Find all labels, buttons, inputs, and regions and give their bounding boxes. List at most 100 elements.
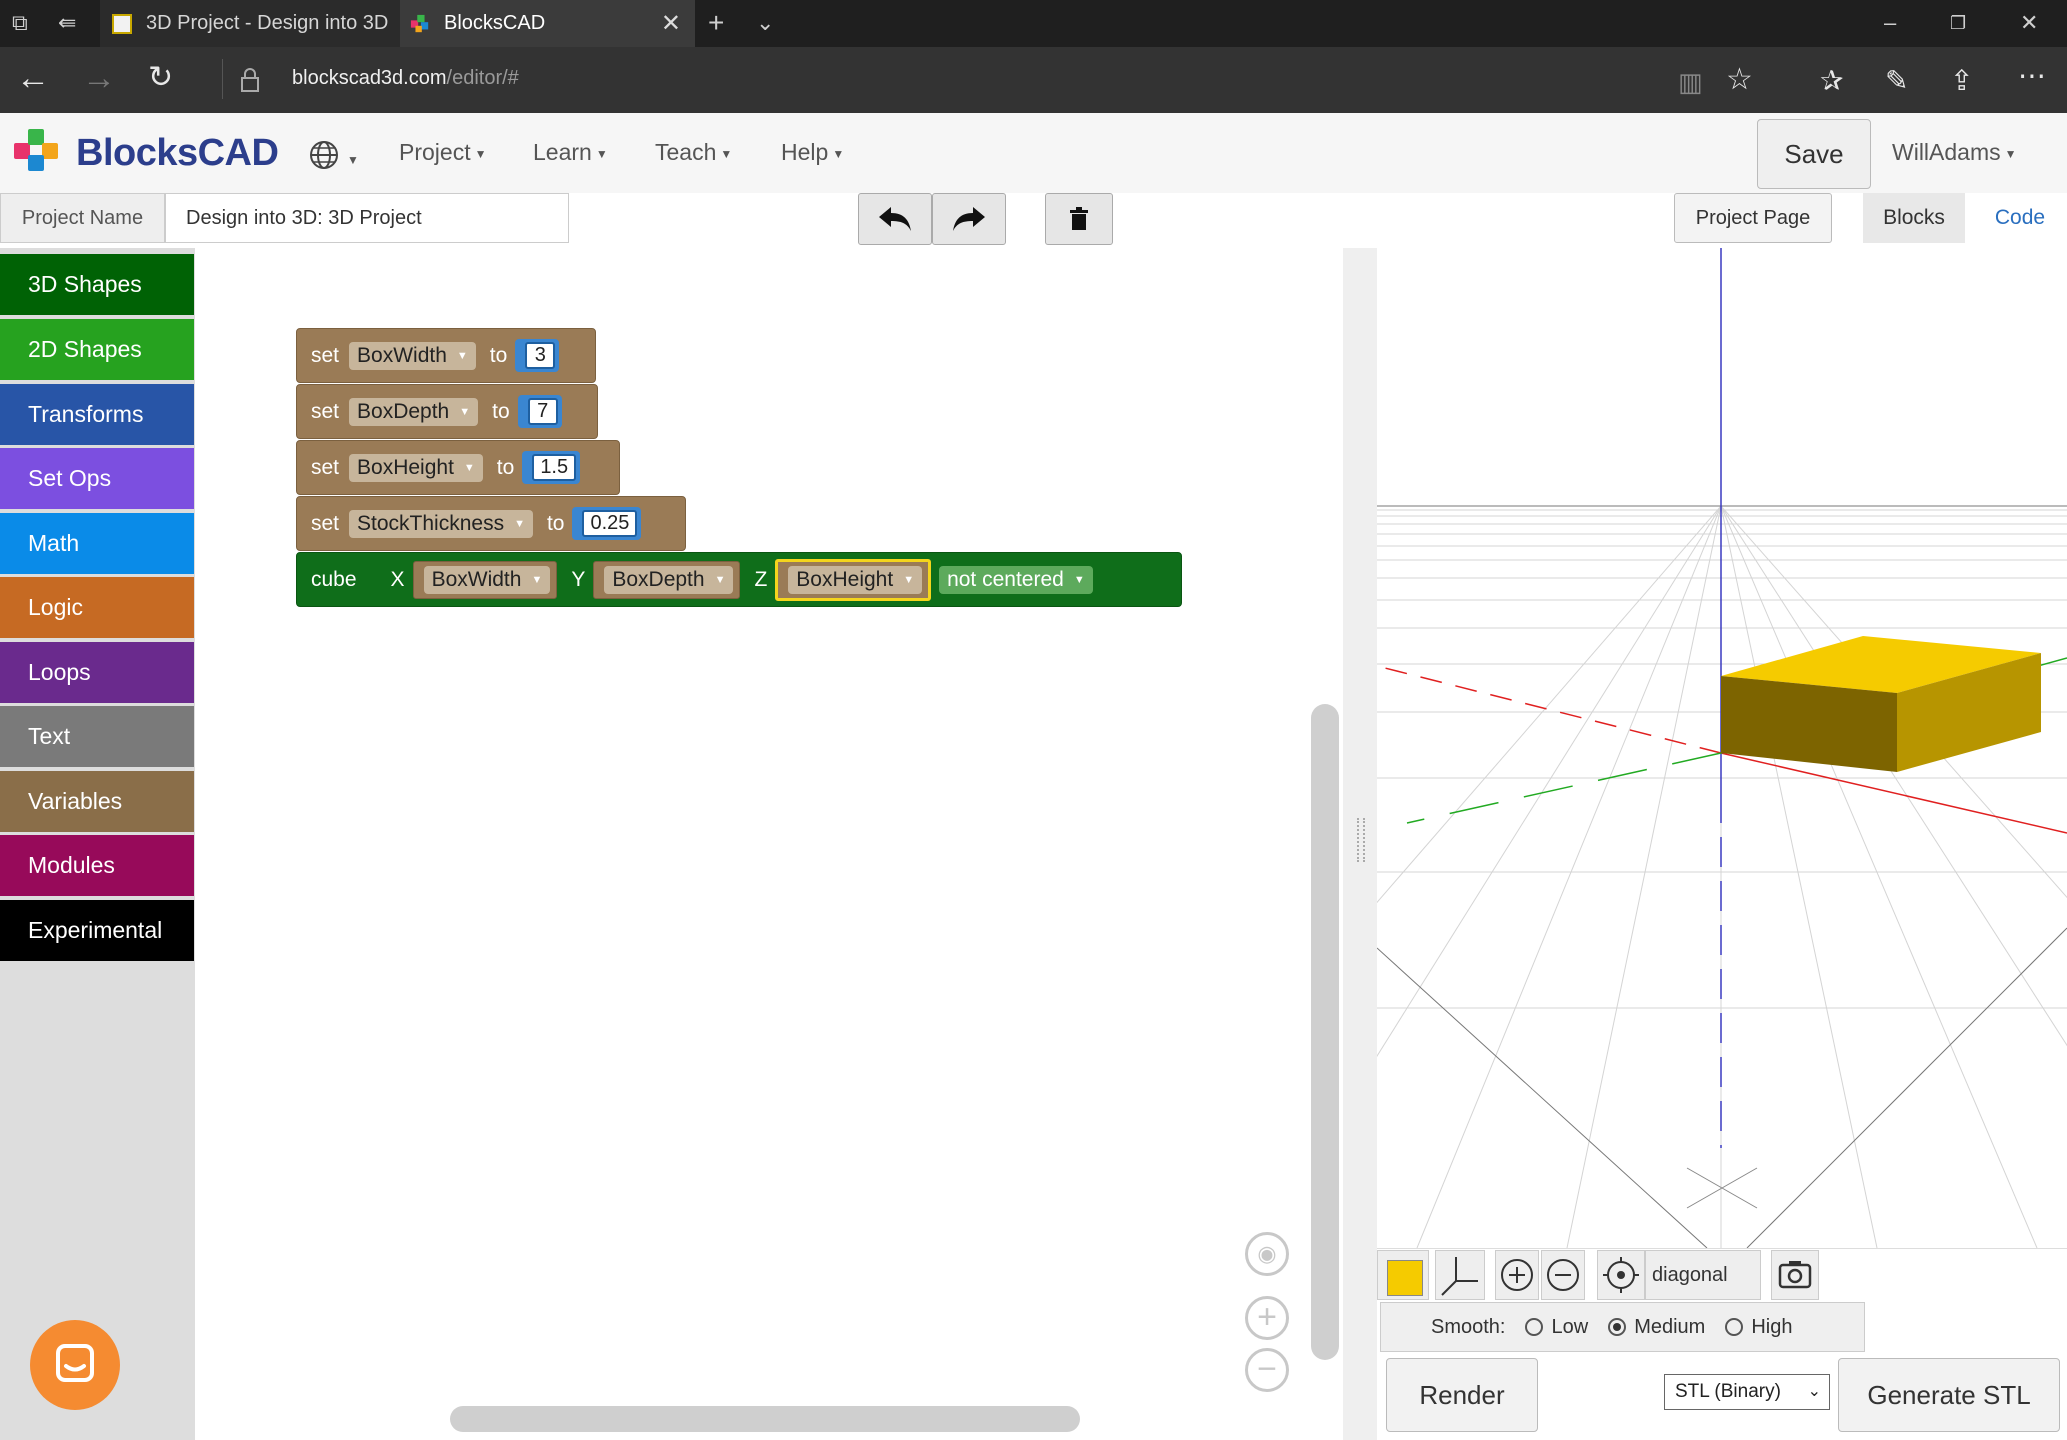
- variable-dropdown[interactable]: BoxHeight ▼: [788, 565, 923, 594]
- browser-tab-inactive[interactable]: 3D Project - Design into 3D: [100, 0, 401, 47]
- set-keyword: set: [311, 343, 340, 367]
- new-tab-icon[interactable]: +: [708, 9, 724, 37]
- close-tab-icon[interactable]: ✕: [661, 9, 681, 38]
- number-block[interactable]: 1.5: [522, 451, 581, 484]
- blockscad-logo[interactable]: BlocksCAD: [12, 127, 279, 179]
- drag-handle-icon[interactable]: [1357, 818, 1365, 862]
- project-page-button[interactable]: Project Page: [1674, 193, 1832, 243]
- zoom-out-icon[interactable]: −: [1245, 1348, 1289, 1392]
- undo-button[interactable]: [858, 193, 932, 245]
- number-block[interactable]: 7: [517, 395, 562, 428]
- centered-dropdown[interactable]: not centered ▼: [939, 565, 1093, 594]
- tab-list-chevron-icon[interactable]: ⌄: [756, 12, 774, 34]
- number-value[interactable]: 3: [525, 342, 556, 369]
- menu-learn[interactable]: Learn ▼: [533, 139, 608, 166]
- reading-view-icon[interactable]: ▥: [1678, 65, 1703, 99]
- screenshot-button[interactable]: [1771, 1250, 1819, 1300]
- color-swatch: [1387, 1260, 1423, 1296]
- smooth-medium-label[interactable]: Medium: [1634, 1316, 1705, 1339]
- view-mode-select[interactable]: diagonal: [1645, 1250, 1761, 1300]
- share-icon[interactable]: ⇪: [1950, 64, 1973, 98]
- set-variable-block[interactable]: set BoxWidth ▼ to 3: [296, 328, 596, 383]
- number-block[interactable]: 3: [515, 339, 560, 372]
- number-value[interactable]: 1.5: [532, 454, 577, 481]
- language-caret-icon[interactable]: ▼: [347, 153, 359, 167]
- category-set-ops[interactable]: Set Ops: [0, 448, 194, 509]
- save-button[interactable]: Save: [1757, 119, 1871, 189]
- 3d-preview-canvas[interactable]: [1377, 248, 2067, 1248]
- category-text[interactable]: Text: [0, 706, 194, 767]
- menu-help[interactable]: Help ▼: [781, 139, 844, 166]
- pane-divider[interactable]: [1343, 248, 1377, 1440]
- tab-blocks[interactable]: Blocks: [1863, 193, 1965, 243]
- menu-project[interactable]: Project ▼: [399, 139, 486, 166]
- set-tabs-aside-icon[interactable]: ⇚: [58, 12, 76, 34]
- category-transforms[interactable]: Transforms: [0, 384, 194, 445]
- category-variables[interactable]: Variables: [0, 771, 194, 832]
- url-field[interactable]: blockscad3d.com/editor/#: [292, 67, 519, 90]
- variable-dropdown[interactable]: BoxWidth ▼: [349, 341, 476, 370]
- category-modules[interactable]: Modules: [0, 835, 194, 896]
- category-3d-shapes[interactable]: 3D Shapes: [0, 254, 194, 315]
- object-color-button[interactable]: [1377, 1250, 1429, 1300]
- category-math[interactable]: Math: [0, 513, 194, 574]
- zoom-out-button[interactable]: [1541, 1250, 1585, 1300]
- forward-icon[interactable]: →: [82, 61, 116, 95]
- number-block[interactable]: 0.25: [572, 507, 642, 540]
- web-note-pen-icon[interactable]: ✎: [1885, 64, 1908, 98]
- number-value[interactable]: 0.25: [582, 510, 638, 537]
- y-variable-slot[interactable]: BoxDepth ▼: [593, 560, 741, 599]
- category-experimental[interactable]: Experimental: [0, 900, 194, 961]
- variable-name: StockThickness: [357, 511, 505, 535]
- variable-dropdown[interactable]: BoxHeight ▼: [349, 453, 483, 482]
- restore-icon[interactable]: ❐: [1950, 13, 1966, 34]
- redo-button[interactable]: [932, 193, 1006, 245]
- chat-launcher-button[interactable]: [30, 1320, 120, 1410]
- favorite-star-icon[interactable]: ☆: [1726, 63, 1753, 97]
- reset-view-button[interactable]: [1597, 1250, 1645, 1300]
- smooth-medium-radio[interactable]: [1608, 1318, 1627, 1336]
- set-variable-block[interactable]: set BoxDepth ▼ to 7: [296, 384, 598, 439]
- workspace-vertical-scrollbar[interactable]: [1311, 704, 1339, 1360]
- export-format-select[interactable]: STL (Binary) ⌄: [1664, 1374, 1830, 1410]
- smooth-high-radio[interactable]: [1725, 1318, 1744, 1336]
- category-logic[interactable]: Logic: [0, 577, 194, 638]
- minimize-icon[interactable]: –: [1884, 10, 1896, 36]
- variable-dropdown[interactable]: BoxDepth ▼: [349, 397, 479, 426]
- zoom-in-icon[interactable]: +: [1245, 1296, 1289, 1340]
- refresh-icon[interactable]: ↻: [148, 61, 173, 95]
- close-window-icon[interactable]: ✕: [2020, 10, 2038, 36]
- variable-dropdown[interactable]: StockThickness ▼: [349, 509, 533, 538]
- user-menu[interactable]: WillAdams ▼: [1892, 139, 2017, 166]
- smooth-high-label[interactable]: High: [1751, 1316, 1792, 1339]
- render-button[interactable]: Render: [1386, 1358, 1538, 1432]
- variable-dropdown[interactable]: BoxDepth ▼: [604, 565, 734, 594]
- project-name-input[interactable]: [165, 193, 569, 243]
- number-value[interactable]: 7: [527, 398, 558, 425]
- chevron-down-icon: ⌄: [1807, 1383, 1821, 1400]
- set-variable-block[interactable]: set BoxHeight ▼ to 1.5: [296, 440, 620, 495]
- axes-toggle-button[interactable]: [1435, 1250, 1485, 1300]
- smooth-low-radio[interactable]: [1525, 1318, 1544, 1336]
- more-menu-icon[interactable]: ⋯: [2018, 59, 2046, 93]
- language-globe-icon[interactable]: [308, 139, 340, 171]
- smooth-low-label[interactable]: Low: [1551, 1316, 1588, 1339]
- trash-button[interactable]: [1045, 193, 1113, 245]
- variable-dropdown[interactable]: BoxWidth ▼: [423, 565, 551, 594]
- category-loops[interactable]: Loops: [0, 642, 194, 703]
- tab-code[interactable]: Code: [1977, 193, 2063, 243]
- menu-teach[interactable]: Teach ▼: [655, 139, 732, 166]
- cube-block[interactable]: cube X BoxWidth ▼ Y BoxDepth ▼ Z BoxHeight…: [296, 552, 1182, 607]
- favorites-hub-icon[interactable]: ✰: [1820, 64, 1843, 98]
- back-icon[interactable]: ←: [16, 61, 50, 95]
- zoom-in-button[interactable]: [1495, 1250, 1539, 1300]
- recenter-icon[interactable]: ◉: [1245, 1232, 1289, 1276]
- x-variable-slot[interactable]: BoxWidth ▼: [412, 560, 558, 599]
- tab-manager-icon[interactable]: ⧉: [12, 12, 28, 34]
- workspace-horizontal-scrollbar[interactable]: [450, 1406, 1080, 1432]
- generate-stl-button[interactable]: Generate STL: [1838, 1358, 2060, 1432]
- z-variable-slot-selected[interactable]: BoxHeight ▼: [775, 558, 932, 601]
- set-variable-block[interactable]: set StockThickness ▼ to 0.25: [296, 496, 686, 551]
- browser-tab-active[interactable]: BlocksCAD ✕: [400, 0, 695, 47]
- category-2d-shapes[interactable]: 2D Shapes: [0, 319, 194, 380]
